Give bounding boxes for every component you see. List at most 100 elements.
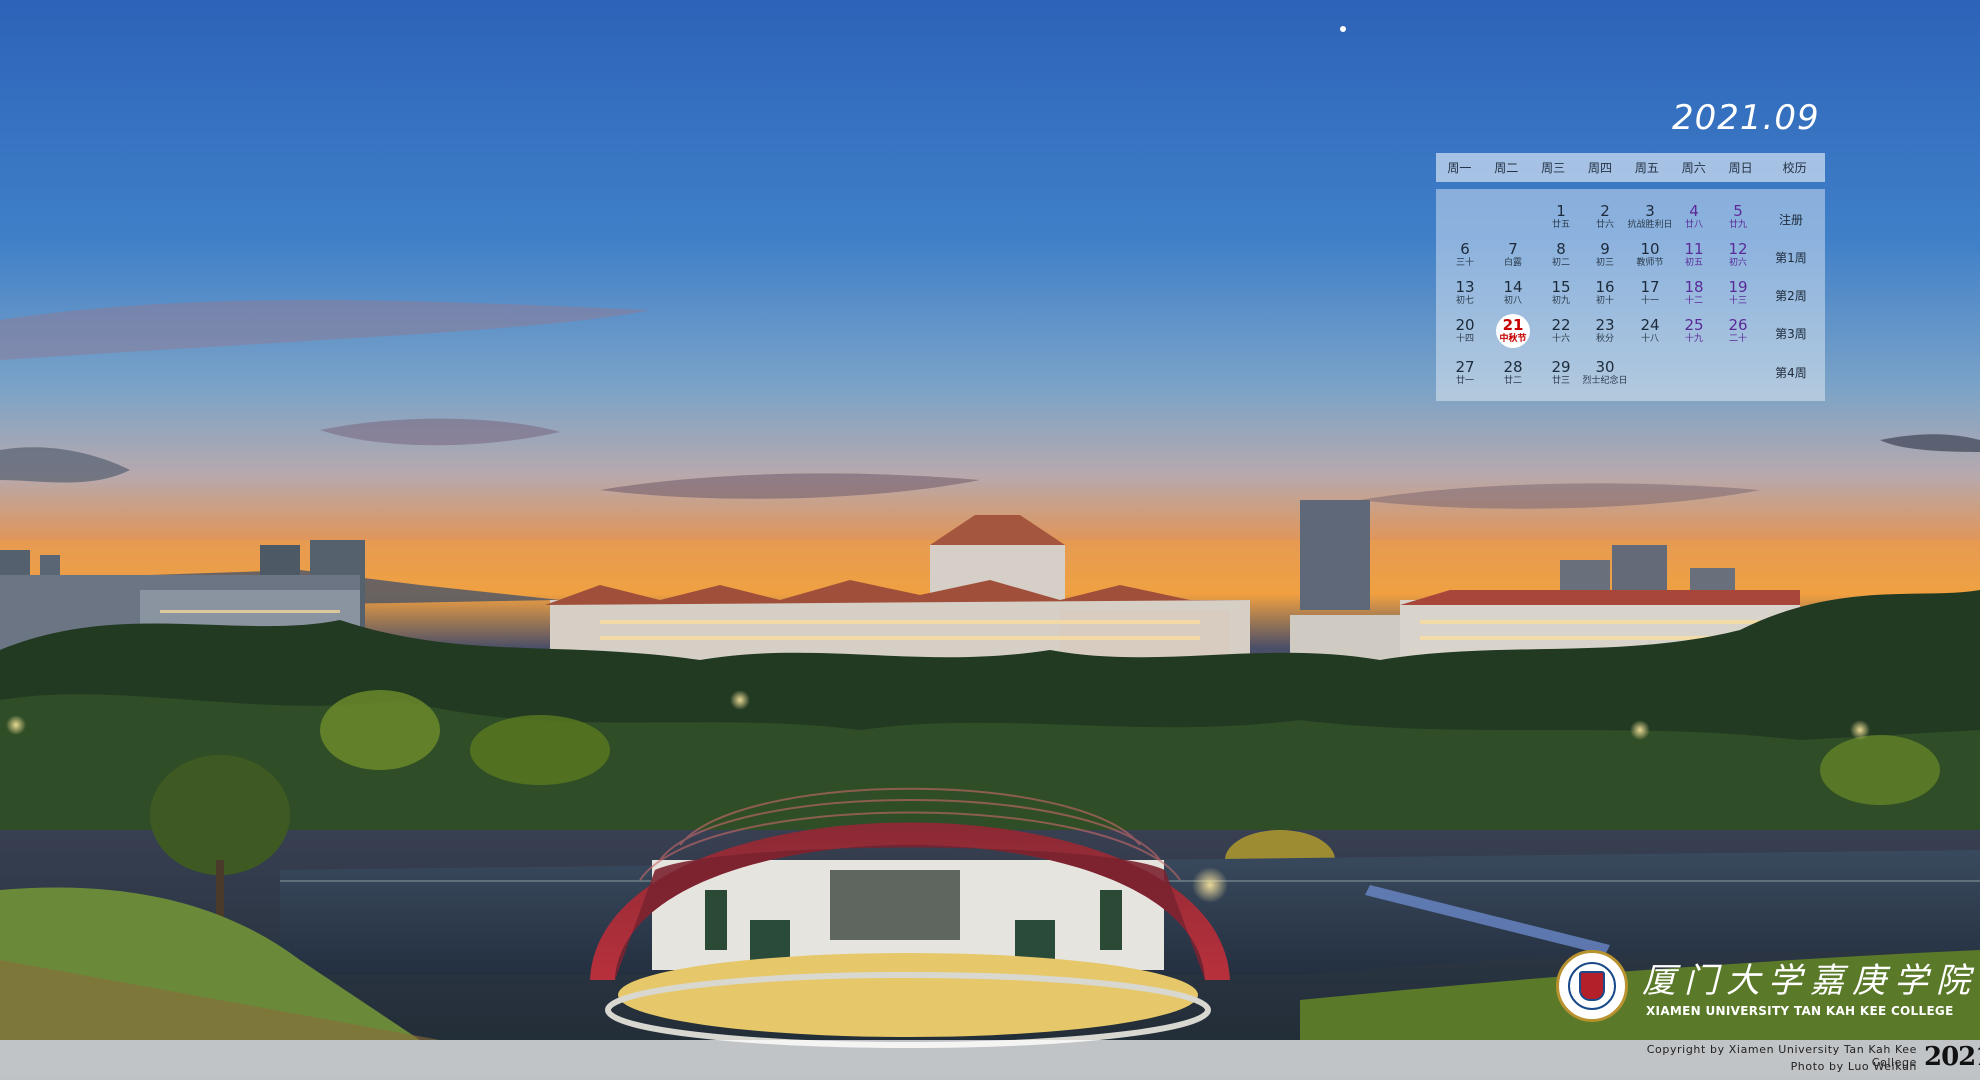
- college-emblem-icon: [1556, 950, 1628, 1022]
- lunar-label: 初八: [1503, 296, 1522, 306]
- lunar-label: 抗战胜利日: [1627, 220, 1673, 230]
- day-number: 11: [1684, 240, 1704, 258]
- day-number: 23: [1595, 316, 1615, 334]
- day-number: 4: [1689, 202, 1699, 220]
- weekday-header-2: 周三: [1541, 161, 1566, 175]
- day-number: 2: [1600, 202, 1610, 220]
- lunar-label: 中秋节: [1499, 334, 1527, 344]
- calendar-day-4: 4 廿八: [1670, 203, 1718, 231]
- day-number: 6: [1460, 240, 1470, 258]
- day-number: 25: [1684, 316, 1704, 334]
- calendar-day-18: 18 十二: [1670, 279, 1718, 307]
- weekday-header-4: 周五: [1634, 161, 1659, 175]
- day-number: 8: [1556, 240, 1566, 258]
- day-number: 17: [1640, 278, 1660, 296]
- calendar-day-14: 14 初八: [1489, 279, 1537, 307]
- calendar-day-20: 20 十四: [1441, 317, 1489, 345]
- day-number: 9: [1600, 240, 1610, 258]
- calendar-day-1: 1 廿五: [1537, 203, 1585, 231]
- lunar-label: 初七: [1455, 296, 1474, 306]
- calendar-day-27: 27 廿一: [1441, 359, 1489, 387]
- today-highlight: 21 中秋节: [1496, 314, 1530, 348]
- lunar-label: 初三: [1595, 258, 1614, 268]
- calendar-day-2: 2 廿六: [1581, 203, 1629, 231]
- calendar-day-13: 13 初七: [1441, 279, 1489, 307]
- lunar-label: 廿六: [1595, 220, 1614, 230]
- calendar-weekday-header: 周一 周二 周三 周四 周五 周六 周日 校历: [1436, 153, 1825, 182]
- weekday-header-7: 校历: [1782, 161, 1807, 175]
- calendar-day-25: 25 十九: [1670, 317, 1718, 345]
- calendar-day-23: 23 秋分: [1581, 317, 1629, 345]
- calendar-day-30: 30 烈士纪念日: [1581, 359, 1629, 387]
- footer-year: 2021: [1924, 1042, 1980, 1072]
- calendar-day-8: 8 初二: [1537, 241, 1585, 269]
- calendar-day-6: 6 三十: [1441, 241, 1489, 269]
- lunar-label: 廿三: [1551, 376, 1570, 386]
- lunar-label: 初九: [1551, 296, 1570, 306]
- calendar-day-21: 21 中秋节: [1489, 314, 1537, 348]
- day-number: 18: [1684, 278, 1704, 296]
- calendar-day-3: 3 抗战胜利日: [1626, 203, 1674, 231]
- lunar-label: 十一: [1640, 296, 1659, 306]
- lunar-label: 廿五: [1551, 220, 1570, 230]
- lunar-label: 十九: [1684, 334, 1703, 344]
- day-number: 20: [1455, 316, 1475, 334]
- calendar-day-15: 15 初九: [1537, 279, 1585, 307]
- school-week-label: 第1周: [1775, 251, 1807, 265]
- lunar-label: 秋分: [1595, 334, 1614, 344]
- school-week-label: 第2周: [1775, 289, 1807, 303]
- day-number: 7: [1508, 240, 1518, 258]
- day-number: 13: [1455, 278, 1475, 296]
- calendar-day-11: 11 初五: [1670, 241, 1718, 269]
- lunar-label: 十二: [1684, 296, 1703, 306]
- day-number: 14: [1503, 278, 1523, 296]
- day-number: 24: [1640, 316, 1660, 334]
- emblem-ring: [1568, 962, 1616, 1010]
- day-number: 21: [1502, 316, 1524, 334]
- lunar-label: 烈士纪念日: [1582, 376, 1628, 386]
- day-number: 16: [1595, 278, 1615, 296]
- photo-credit-text: Photo by Luo Weikun: [1790, 1060, 1917, 1073]
- college-name-english: XIAMEN UNIVERSITY TAN KAH KEE COLLEGE: [1646, 1004, 1954, 1018]
- weekday-header-6: 周日: [1728, 161, 1753, 175]
- weekday-header-0: 周一: [1447, 161, 1472, 175]
- college-name-chinese: 厦门大学嘉庚学院: [1642, 961, 1978, 1001]
- calendar-day-7: 7 白露: [1489, 241, 1537, 269]
- weekday-header-5: 周六: [1681, 161, 1706, 175]
- lunar-label: 廿一: [1455, 376, 1474, 386]
- day-number: 28: [1503, 358, 1523, 376]
- day-number: 27: [1455, 358, 1475, 376]
- day-number: 1: [1556, 202, 1566, 220]
- day-number: 29: [1551, 358, 1571, 376]
- lunar-label: 十八: [1640, 334, 1659, 344]
- calendar-month-title: 2021.09: [1672, 98, 1820, 138]
- day-number: 22: [1551, 316, 1571, 334]
- lunar-label: 十六: [1551, 334, 1570, 344]
- lunar-label: 初五: [1684, 258, 1703, 268]
- calendar-day-22: 22 十六: [1537, 317, 1585, 345]
- lunar-label: 廿八: [1684, 220, 1703, 230]
- calendar-day-16: 16 初十: [1581, 279, 1629, 307]
- weekday-header-3: 周四: [1588, 161, 1613, 175]
- emblem-shield: [1579, 971, 1605, 1001]
- weekday-header-1: 周二: [1494, 161, 1519, 175]
- lunar-label: 廿二: [1503, 376, 1522, 386]
- school-week-label: 第3周: [1775, 327, 1807, 341]
- lunar-label: 初二: [1551, 258, 1570, 268]
- day-number: 3: [1645, 202, 1655, 220]
- calendar-day-24: 24 十八: [1626, 317, 1674, 345]
- day-number: 10: [1640, 240, 1660, 258]
- lunar-label: 初十: [1595, 296, 1614, 306]
- lunar-label: 教师节: [1636, 258, 1664, 268]
- calendar-day-10: 10 教师节: [1626, 241, 1674, 269]
- school-week-label: 注册: [1778, 213, 1803, 227]
- school-week-label: 第4周: [1775, 366, 1807, 380]
- day-number: 15: [1551, 278, 1571, 296]
- lunar-label: 三十: [1455, 258, 1474, 268]
- calendar-day-17: 17 十一: [1626, 279, 1674, 307]
- day-number: 30: [1595, 358, 1615, 376]
- lunar-label: 白露: [1503, 258, 1522, 268]
- calendar-day-9: 9 初三: [1581, 241, 1629, 269]
- calendar-day-29: 29 廿三: [1537, 359, 1585, 387]
- calendar-day-28: 28 廿二: [1489, 359, 1537, 387]
